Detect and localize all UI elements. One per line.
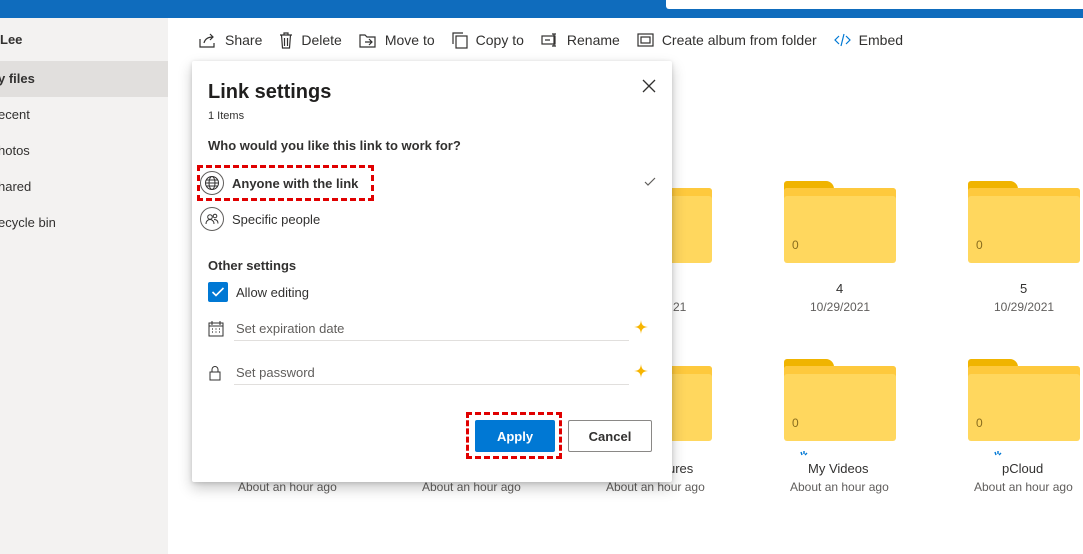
- rename-icon: [541, 33, 556, 47]
- expiration-date-input[interactable]: [234, 317, 629, 341]
- share-icon: [199, 33, 215, 48]
- folder-icon: 0: [968, 359, 1080, 441]
- folder-name: 4: [836, 281, 844, 296]
- other-settings-heading: Other settings: [208, 258, 297, 273]
- items-count: 1 Items: [208, 110, 245, 122]
- folder-name: 5: [1020, 281, 1028, 296]
- copy-to-button[interactable]: Copy to: [452, 31, 524, 49]
- option-label: Specific people: [232, 211, 321, 227]
- password-input[interactable]: [234, 361, 629, 385]
- sidebar-item-recent[interactable]: ecent: [0, 97, 168, 133]
- folder-date: About an hour ago: [606, 480, 705, 494]
- folder-date: About an hour ago: [238, 480, 337, 494]
- share-label: Share: [225, 32, 263, 48]
- sidebar-item-my-files[interactable]: y files: [0, 61, 168, 97]
- create-album-button[interactable]: Create album from folder: [637, 32, 817, 48]
- close-icon[interactable]: [640, 77, 658, 95]
- move-to-button[interactable]: Move to: [359, 32, 435, 48]
- folder-item-count: 0: [792, 238, 799, 252]
- sync-icon: [800, 451, 808, 456]
- lock-icon: [209, 366, 221, 381]
- album-icon: [637, 33, 654, 47]
- folder-date: 21: [673, 300, 687, 314]
- folder-date: About an hour ago: [790, 480, 889, 494]
- check-icon: [644, 177, 656, 186]
- apply-button[interactable]: Apply: [475, 420, 555, 452]
- rename-label: Rename: [566, 32, 620, 48]
- password-field: [208, 361, 652, 389]
- highlight-annotation: [197, 165, 374, 201]
- delete-button[interactable]: Delete: [279, 31, 342, 49]
- top-app-bar: [0, 0, 1083, 18]
- folder-item-count: 0: [792, 416, 799, 430]
- folder-name: My Videos: [808, 461, 869, 476]
- cancel-button[interactable]: Cancel: [568, 420, 652, 452]
- command-bar: Share Delete Move to Copy to Rename Crea…: [199, 28, 920, 52]
- allow-editing-label: Allow editing: [236, 284, 309, 300]
- sidebar-item-label: hotos: [0, 143, 30, 158]
- move-to-label: Move to: [384, 32, 435, 48]
- checkbox-checked-icon: [208, 282, 228, 302]
- people-icon: [200, 207, 224, 231]
- sidebar-item-label: ecycle bin: [0, 215, 56, 230]
- create-album-label: Create album from folder: [661, 32, 817, 48]
- folder-icon: 0: [784, 181, 896, 263]
- calendar-icon: [208, 321, 224, 337]
- folder-icon: 0: [784, 359, 896, 441]
- folder-date: 10/29/2021: [994, 300, 1055, 314]
- folder-item-count: 0: [976, 416, 983, 430]
- link-settings-dialog: Link settings 1 Items Who would you like…: [192, 61, 672, 482]
- embed-button[interactable]: Embed: [833, 32, 904, 48]
- sidebar-item-label: hared: [0, 179, 32, 194]
- embed-label: Embed: [858, 32, 904, 48]
- folder-item-count: 0: [976, 238, 983, 252]
- delete-label: Delete: [301, 32, 342, 48]
- trash-icon: [280, 31, 293, 49]
- sidebar-user-name: Lee: [0, 32, 23, 47]
- sidebar-item-photos[interactable]: hotos: [0, 133, 168, 169]
- folder-date: 10/29/2021: [810, 300, 871, 314]
- folder-date: About an hour ago: [974, 480, 1073, 494]
- sidebar-item-recycle-bin[interactable]: ecycle bin: [0, 205, 168, 241]
- folder-date: About an hour ago: [422, 480, 521, 494]
- sidebar-item-shared[interactable]: hared: [0, 169, 168, 205]
- copy-to-label: Copy to: [475, 32, 524, 48]
- folder-icon: 0: [968, 181, 1080, 263]
- search-box[interactable]: [666, 0, 1083, 9]
- premium-sparkle-icon: [634, 364, 648, 378]
- sidebar-item-label: ecent: [0, 107, 30, 122]
- copy-icon: [452, 31, 468, 49]
- sidebar: Lee y files ecent hotos hared ecycle bin: [0, 18, 168, 554]
- share-button[interactable]: Share: [199, 32, 262, 48]
- expiration-date-field: [208, 317, 652, 345]
- option-specific-people[interactable]: Specific people: [200, 205, 320, 233]
- sidebar-item-label: y files: [0, 71, 35, 86]
- allow-editing-checkbox[interactable]: Allow editing: [208, 282, 309, 302]
- rename-button[interactable]: Rename: [541, 32, 620, 48]
- premium-sparkle-icon: [634, 320, 648, 334]
- link-scope-question: Who would you like this link to work for…: [208, 138, 461, 153]
- folder-name: pCloud: [1002, 461, 1044, 476]
- move-to-icon: [359, 33, 376, 48]
- dialog-title: Link settings: [208, 81, 332, 103]
- embed-icon: [833, 33, 851, 47]
- sync-icon: [994, 451, 1002, 456]
